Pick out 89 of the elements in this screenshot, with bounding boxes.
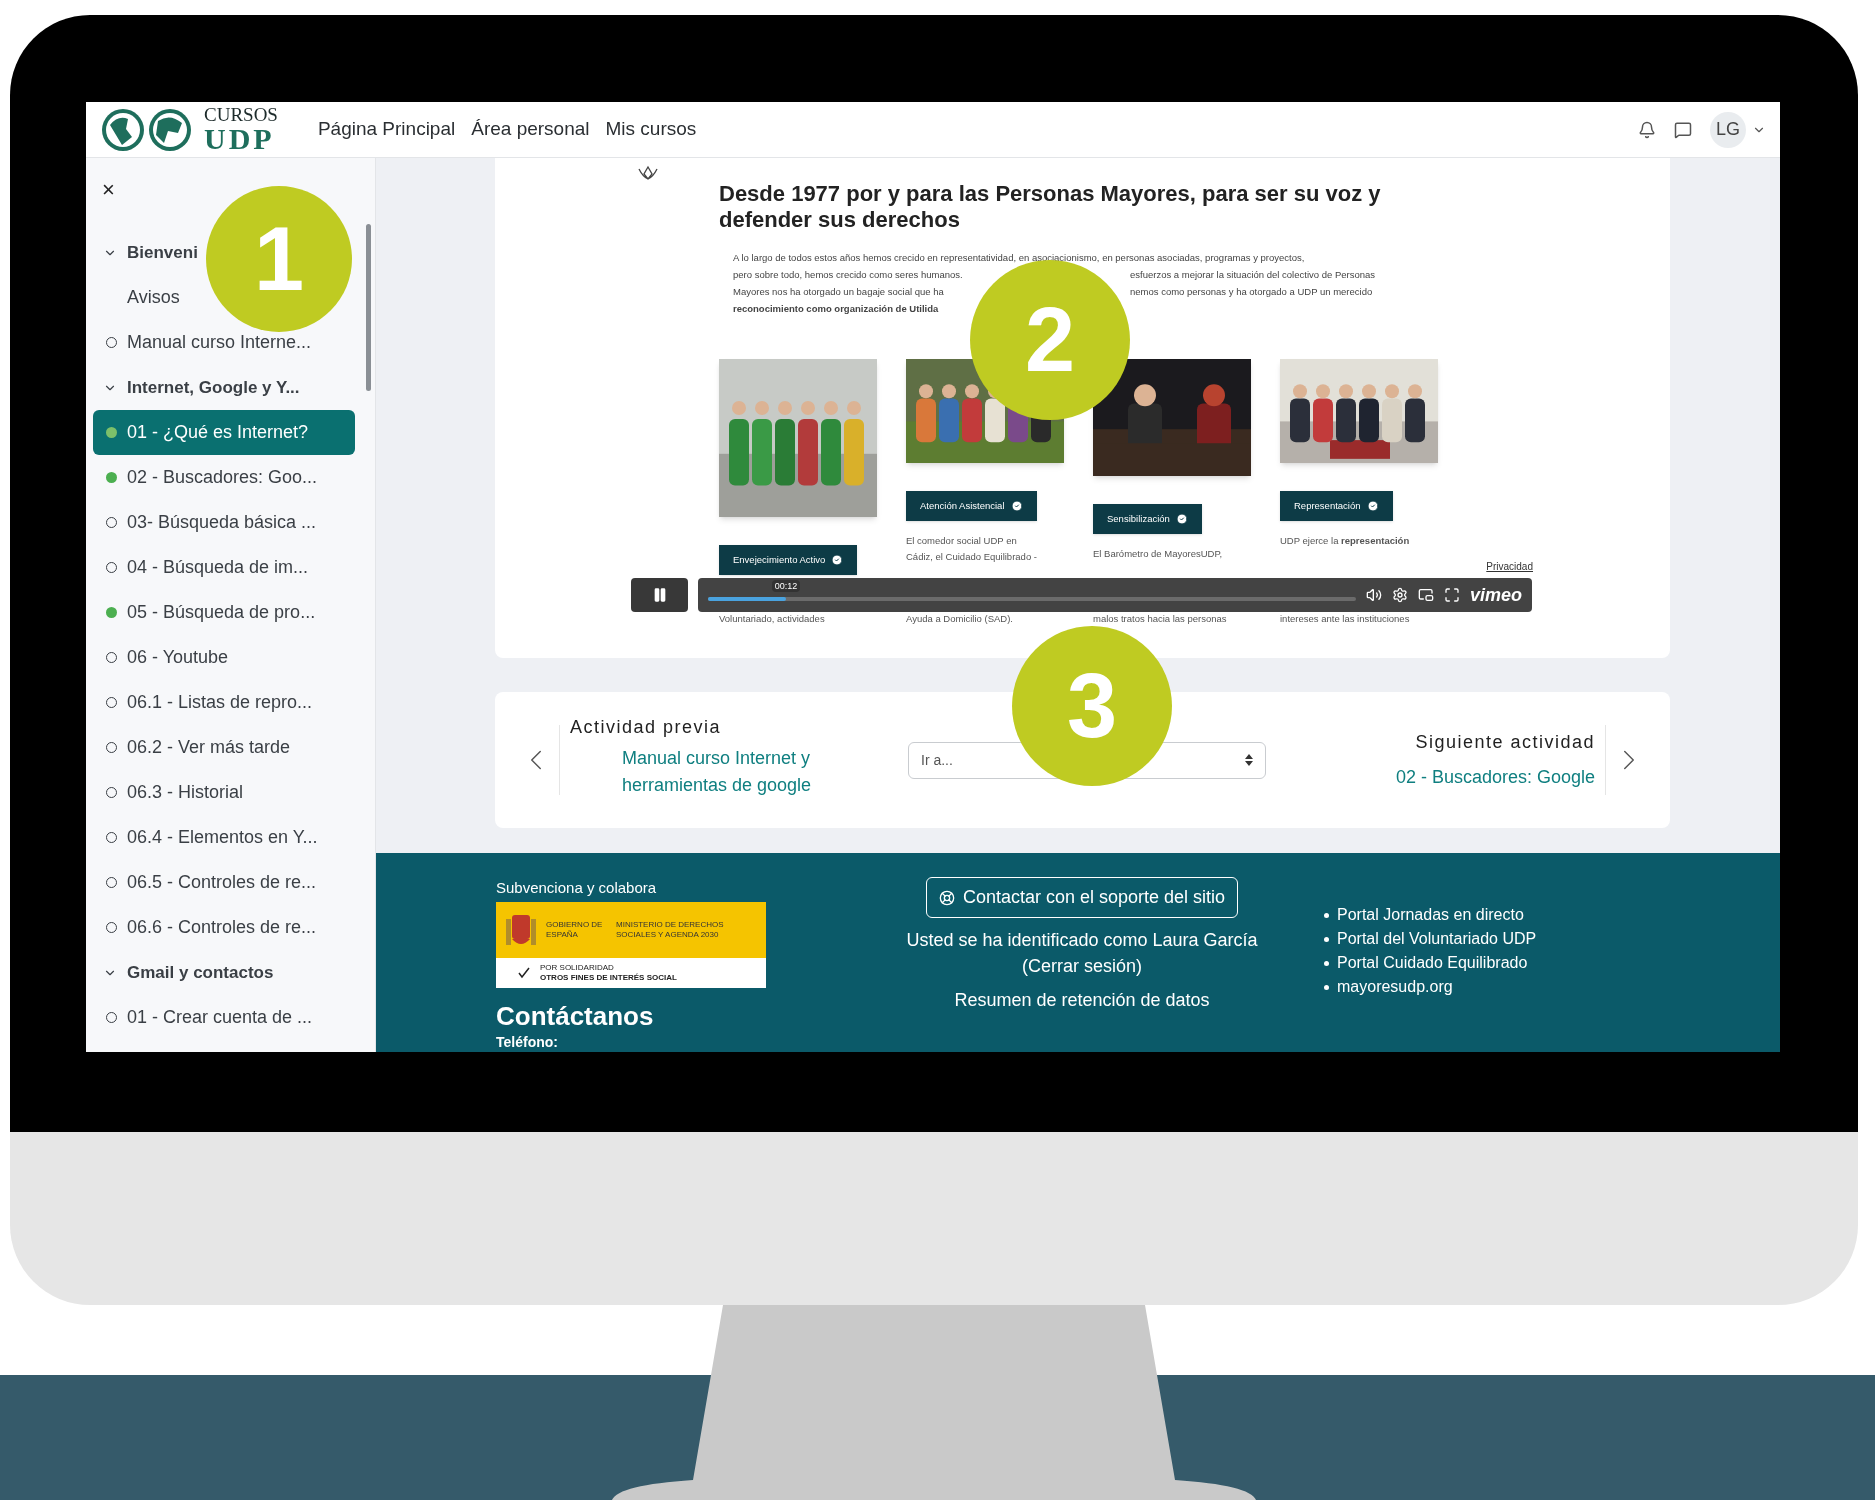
section-title: Gmail y contactos [127,961,274,984]
sponsor-title: Subvenciona y colabora [496,878,658,898]
check-circle-icon [1010,500,1023,512]
logo-text: UDP [204,124,276,154]
previous-activity-link[interactable]: Manual curso Internet y herramientas de google [622,745,837,799]
category-tag[interactable]: Atención Asistencial [906,491,1037,521]
sidebar-item[interactable]: Manual curso Interne... [93,329,314,356]
privacy-link[interactable]: Privacidad [1486,559,1533,574]
sidebar-item[interactable]: 04 - Búsqueda de im... [93,554,311,581]
logo-text: CURSOS [204,105,278,124]
volume-icon[interactable] [1365,587,1382,603]
time-tooltip: 00:12 [771,580,801,592]
nav-link[interactable]: Página Principal [317,115,456,144]
previous-label: Actividad previa [570,716,723,739]
sidebar-item[interactable]: 06 - Youtube [93,644,231,671]
bullet-icon [1324,936,1329,942]
sidebar-item[interactable]: 06.1 - Listas de repro... [93,689,315,716]
fullscreen-icon[interactable] [1443,587,1460,603]
sidebar-item[interactable]: Avisos [93,284,182,311]
next-label: Siguiente actividad [1415,731,1595,754]
sidebar-item[interactable]: 06.3 - Historial [93,779,246,806]
category-tag[interactable]: Representación [1280,491,1393,521]
footer-link[interactable]: Portal Jornadas en directo [1337,903,1524,927]
user-avatar[interactable]: LG [1710,111,1746,148]
sidebar-item[interactable]: 03- Búsqueda básica ... [93,509,319,536]
section-title: Bienveni [127,241,198,264]
sidebar-item[interactable]: 02 - Buscadores: Goo... [93,464,320,491]
sidebar-item[interactable]: 01 - Crear cuenta de ... [93,1004,315,1031]
bullet-icon [1324,912,1329,918]
section-header[interactable]: Gmail y contactos [93,959,274,986]
footer-link[interactable]: mayoresudp.org [1337,975,1453,999]
caption-text: Voluntariado, actividades [719,612,826,626]
scrollbar-thumb[interactable] [366,224,371,391]
caption-text: Ayuda a Domicilio (SAD). [906,612,1014,626]
support-button[interactable]: Contactar con el soporte del sitio [925,877,1239,918]
contact-heading: Contáctanos [496,1001,655,1030]
select-arrows-icon[interactable] [1245,754,1253,766]
checkmark-icon [518,966,530,979]
paragraph-text: Mayores nos ha otorgado un bagaje social que ha [733,285,945,299]
picture-in-picture-icon[interactable] [1417,587,1434,603]
login-info: Usted se ha identificado como Laura García [906,929,1258,952]
category-tag[interactable]: Sensibilización [1093,504,1202,534]
sidebar-item[interactable]: 05 - Búsqueda de pro... [93,599,318,626]
paragraph-text: nemos como personas y ha otorgado a UDP un merecido [1130,285,1373,299]
nav-link[interactable]: Área personal [471,115,590,144]
caption-text: UDP ejerce la representación [1280,534,1410,548]
check-circle-icon [831,554,844,566]
logo-caption: MINISTERIO DE DERECHOS SOCIALES Y AGENDA 2030 [616,919,725,940]
sidebar-item[interactable]: 06.5 - Controles de re... [93,869,319,896]
logo-caption: GOBIERNO DE ESPAÑA [546,919,604,940]
logo-caption: OTROS FINES DE INTERÉS SOCIAL [540,972,677,983]
paragraph-text: reconocimiento como organización de Utilida [733,302,939,316]
close-button[interactable]: × [98,178,119,202]
section-header[interactable]: Internet, Google y Y... [93,374,300,401]
paragraph-text: pero sobre todo, hemos crecido como seres humanos. [733,268,964,282]
sidebar-item[interactable]: 01 - ¿Qué es Internet? [93,410,355,455]
settings-icon[interactable] [1391,587,1408,603]
category-tag[interactable]: Envejecimiento Activo [719,545,858,575]
check-circle-icon [1366,500,1379,512]
check-circle-icon [1175,513,1188,525]
phone-label: Teléfono: [496,1033,559,1050]
pause-button[interactable] [631,578,688,612]
sidebar-item[interactable]: 06.6 - Controles de re... [93,914,319,941]
sidebar-item[interactable]: 06.2 - Ver más tarde [93,734,293,761]
caption-text: intereses ante las instituciones [1280,612,1411,626]
caption-text: malos tratos hacia las personas [1093,612,1228,626]
lotus-logo-icon [637,165,659,181]
nav-link[interactable]: Mis cursos [605,115,697,144]
player-brand[interactable]: vimeo [1469,581,1522,609]
video-headline: Desde 1977 por y para las Personas Mayores, para ser su voz y defender sus derechos [719,181,1382,233]
sidebar-item[interactable]: 06.4 - Elementos en Y... [93,824,320,851]
progress-track[interactable] [708,597,1356,601]
section-header[interactable]: Bienveni [93,239,198,266]
section-title: Internet, Google y Y... [127,376,300,399]
paragraph-text: esfuerzos a mejorar la situación del colectivo de Personas [1130,268,1375,282]
bullet-icon [1324,984,1329,990]
data-retention-link[interactable]: Resumen de retención de datos [954,987,1210,1014]
notifications-icon[interactable] [1638,120,1656,139]
caption-text: El comedor social UDP en [906,534,1018,548]
footer-link[interactable]: Portal Cuidado Equilibrado [1337,951,1528,975]
lifebuoy-icon [938,889,955,906]
logo-caption: POR SOLIDARIDAD [540,962,615,973]
footer-link[interactable]: Portal del Voluntariado UDP [1337,927,1537,951]
caption-text: El Barómetro de MayoresUDP, [1093,547,1223,561]
messages-icon[interactable] [1674,120,1692,139]
next-activity-link[interactable]: 02 - Buscadores: Google [1395,764,1595,791]
caption-text: Cádiz, el Cuidado Equilibrado - [906,550,1037,564]
logout-link[interactable]: (Cerrar sesión) [1022,953,1142,979]
bullet-icon [1324,960,1329,966]
